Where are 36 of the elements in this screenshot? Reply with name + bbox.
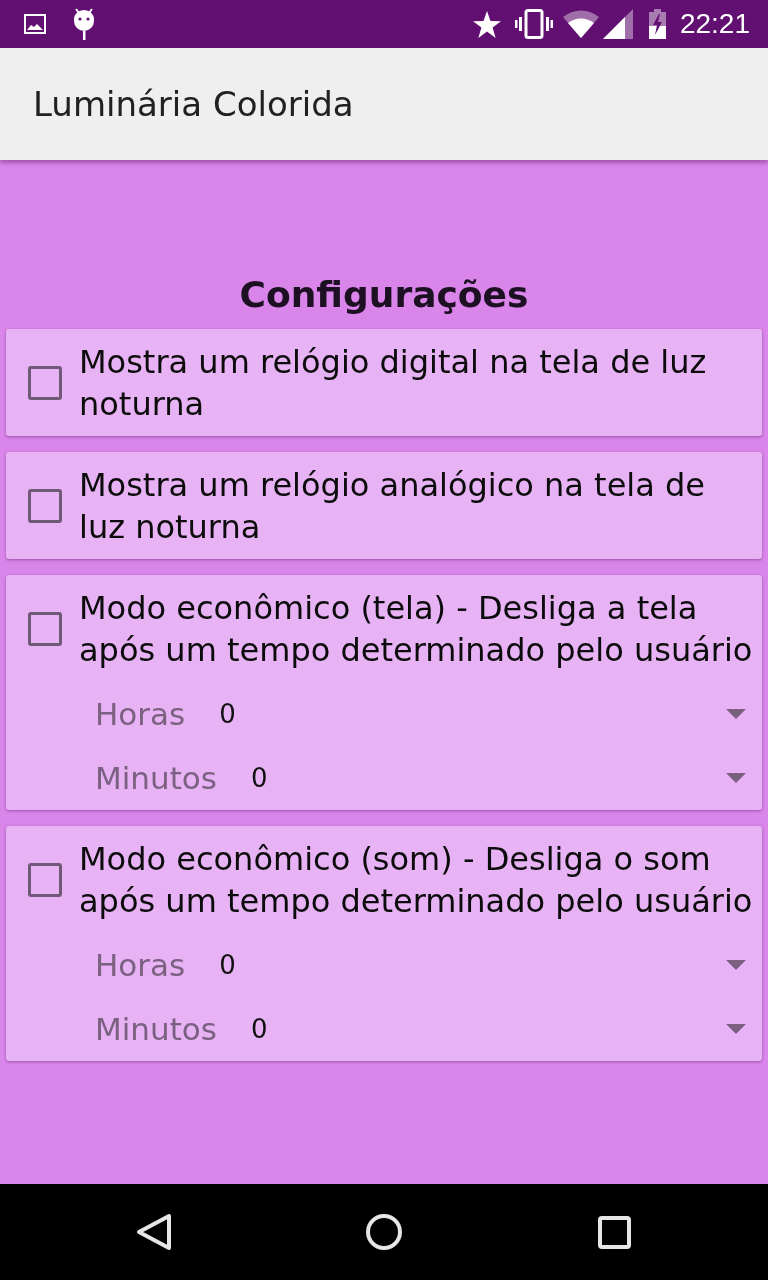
back-button[interactable] xyxy=(136,1213,172,1251)
checkbox-label[interactable]: Modo econômico (som) - Desliga o som após um tempo determinado pelo usuário xyxy=(79,838,759,922)
home-button[interactable] xyxy=(366,1214,402,1250)
dropdown-label: Horas xyxy=(95,947,186,983)
app-title: Luminária Colorida xyxy=(33,84,354,124)
dropdown[interactable]: 0 xyxy=(189,688,759,740)
checkbox[interactable] xyxy=(28,489,62,523)
dropdown[interactable]: 0 xyxy=(220,752,759,804)
battery-charging-icon xyxy=(648,9,666,39)
section-heading: Configurações xyxy=(239,273,529,317)
dropdown-label: Minutos xyxy=(95,760,217,796)
checkbox[interactable] xyxy=(28,366,62,400)
back-triangle-icon xyxy=(136,1213,172,1251)
dropdown-label: Minutos xyxy=(95,1011,217,1047)
robot-icon xyxy=(73,8,95,40)
caret-icon xyxy=(726,773,746,783)
signal-icon xyxy=(602,9,633,39)
checkbox-label[interactable]: Modo econômico (tela) - Desliga a tela após um tempo determinado pelo usuário xyxy=(79,587,759,671)
dropdown[interactable]: 0 xyxy=(189,939,759,991)
image-icon xyxy=(24,14,46,34)
star-icon xyxy=(472,10,501,38)
checkbox[interactable] xyxy=(28,863,62,897)
dropdown[interactable]: 0 xyxy=(220,1003,759,1055)
checkbox-label[interactable]: Mostra um relógio analógico na tela de luz noturna xyxy=(79,464,759,548)
square-icon xyxy=(597,1215,631,1249)
home-circle-icon xyxy=(366,1214,402,1250)
caret-icon xyxy=(726,960,746,970)
recent-apps-button[interactable] xyxy=(597,1215,631,1249)
phone-vibrate-icon xyxy=(514,9,553,39)
dropdown-label: Horas xyxy=(95,696,186,732)
caret-icon xyxy=(726,709,746,719)
checkbox-label[interactable]: Mostra um relógio digital na tela de luz noturna xyxy=(79,341,759,425)
caret-icon xyxy=(726,1024,746,1034)
clock-time: 22:21 xyxy=(679,10,750,38)
checkbox[interactable] xyxy=(28,612,62,646)
wifi-icon xyxy=(562,10,599,38)
